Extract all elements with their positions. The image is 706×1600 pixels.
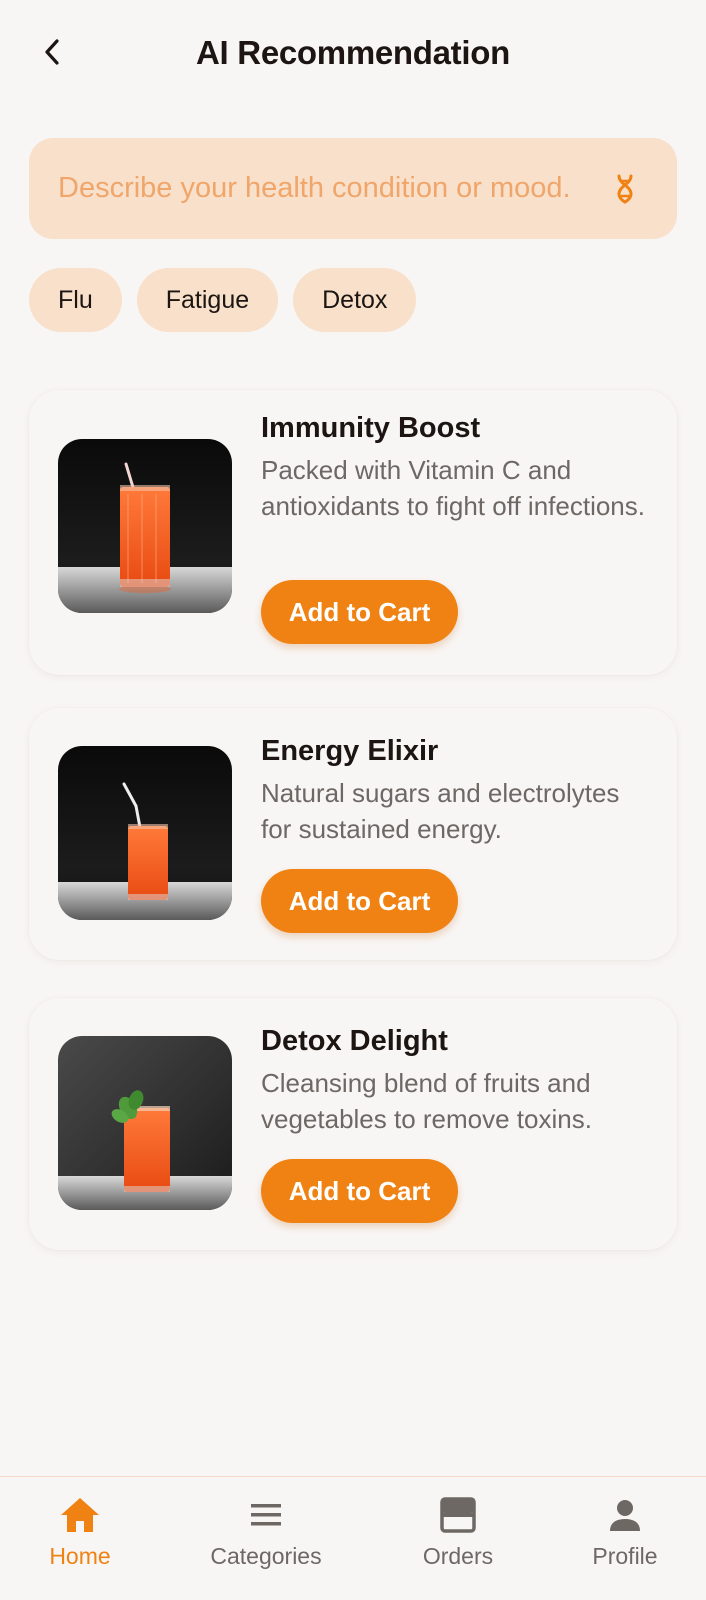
person-icon <box>603 1493 647 1537</box>
card-title: Energy Elixir <box>261 735 439 767</box>
bottom-navigation: Home Categories Orders Profile <box>0 1476 706 1600</box>
juice-image <box>58 1036 232 1210</box>
nav-orders[interactable]: Orders <box>378 1477 538 1600</box>
card-title: Detox Delight <box>261 1025 448 1057</box>
menu-icon <box>244 1493 288 1537</box>
add-to-cart-button[interactable]: Add to Cart <box>261 869 458 933</box>
recommendation-card[interactable]: Immunity Boost Packed with Vitamin C and… <box>29 390 677 675</box>
add-to-cart-button[interactable]: Add to Cart <box>261 1159 458 1223</box>
chip-detox[interactable]: Detox <box>293 268 417 332</box>
dna-icon[interactable] <box>613 174 637 204</box>
nav-home[interactable]: Home <box>0 1477 160 1600</box>
home-icon <box>58 1493 102 1537</box>
app-screen: AI Recommendation Flu Fatigue Detox <box>0 0 706 1600</box>
nav-categories[interactable]: Categories <box>186 1477 346 1600</box>
chip-fatigue[interactable]: Fatigue <box>136 268 279 332</box>
card-title: Immunity Boost <box>261 412 481 444</box>
card-description: Cleansing blend of fruits and vegetables… <box>261 1068 592 1134</box>
search-input[interactable] <box>58 172 613 205</box>
nav-label: Profile <box>592 1543 658 1569</box>
add-to-cart-button[interactable]: Add to Cart <box>261 580 458 644</box>
juice-image <box>58 439 232 613</box>
nav-profile[interactable]: Profile <box>545 1477 705 1600</box>
juice-image <box>58 746 232 920</box>
card-description: Natural sugars and electrolytes for sust… <box>261 778 620 844</box>
chip-flu[interactable]: Flu <box>29 268 122 332</box>
search-box[interactable] <box>29 138 677 239</box>
nav-label: Orders <box>422 1543 494 1569</box>
orders-icon <box>436 1493 480 1537</box>
page-title: AI Recommendation <box>196 34 510 71</box>
nav-label: Categories <box>210 1543 322 1569</box>
nav-label: Home <box>49 1543 111 1569</box>
recommendation-card[interactable]: Energy Elixir Natural sugars and electro… <box>29 708 677 960</box>
header: AI Recommendation <box>0 0 706 110</box>
recommendation-card[interactable]: Detox Delight Cleansing blend of fruits … <box>29 998 677 1250</box>
card-description: Packed with Vitamin C and antioxidants t… <box>261 455 645 521</box>
suggestion-chips: Flu Fatigue Detox <box>29 268 417 332</box>
